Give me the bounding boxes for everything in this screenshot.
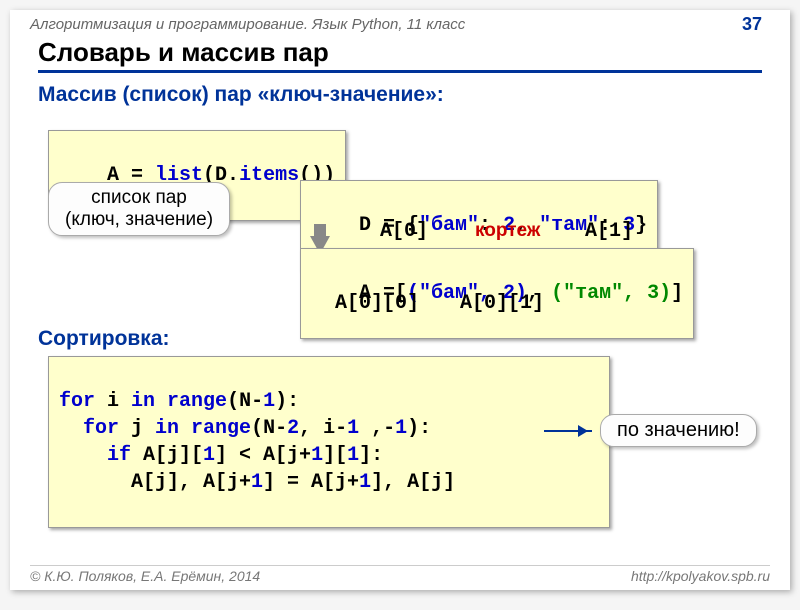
- slide: Алгоритмизация и программирование. Язык …: [10, 10, 790, 590]
- footer-url: http://kpolyakov.spb.ru: [631, 568, 770, 584]
- callout-line-2: (ключ, значение): [65, 209, 213, 230]
- label-tuple: кортеж: [475, 220, 540, 242]
- label-a0: A[0]: [380, 220, 428, 243]
- slide-title: Словарь и массив пар: [38, 37, 762, 73]
- callout-list-of-pairs: список пар (ключ, значение): [48, 182, 230, 236]
- course-title: Алгоритмизация и программирование. Язык …: [30, 16, 465, 33]
- label-a00: A[0][0]: [335, 292, 419, 315]
- section-1-heading: Массив (список) пар «ключ-значение»:: [38, 83, 790, 107]
- label-a01: A[0][1]: [460, 292, 544, 315]
- label-a1: A[1]: [585, 220, 633, 243]
- arrow-right-icon: [544, 430, 592, 432]
- callout-by-value: по значению!: [600, 414, 757, 447]
- footer-copyright: © К.Ю. Поляков, Е.А. Ерёмин, 2014: [30, 568, 260, 584]
- code-box-4: for i in range(N-1): for j in range(N-2,…: [48, 356, 610, 528]
- slide-header: Алгоритмизация и программирование. Язык …: [10, 10, 790, 37]
- page-number: 37: [742, 14, 762, 35]
- slide-footer: © К.Ю. Поляков, Е.А. Ерёмин, 2014 http:/…: [30, 565, 770, 584]
- callout-line-1: список пар: [91, 187, 187, 208]
